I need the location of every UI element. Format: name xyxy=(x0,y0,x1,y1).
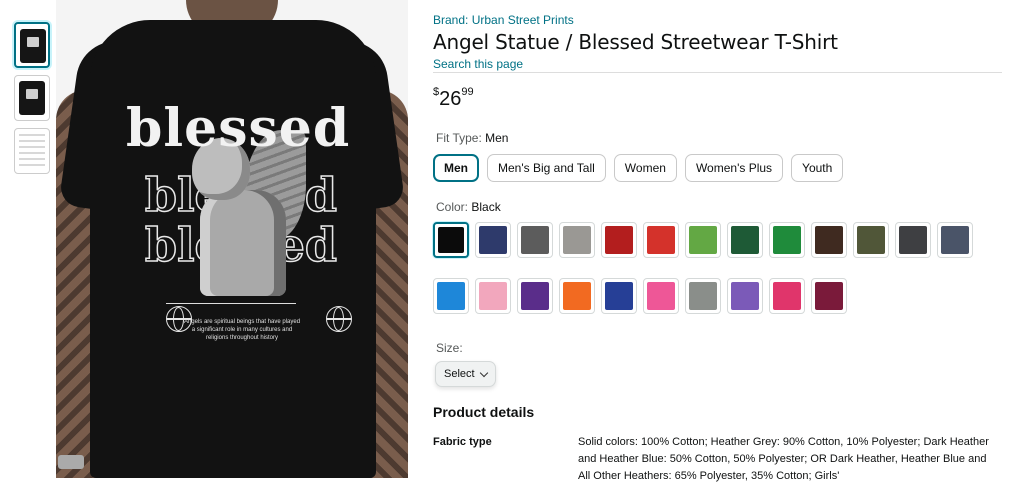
color-swatch-fill xyxy=(689,282,717,310)
divider xyxy=(433,72,1002,73)
thumbnail-image xyxy=(19,134,45,168)
search-this-page-link[interactable]: Search this page xyxy=(433,57,523,71)
price-whole: 26 xyxy=(439,88,462,110)
fit-type-options: Men Men's Big and Tall Women Women's Plu… xyxy=(433,154,844,182)
product-title: Angel Statue / Blessed Streetwear T-Shir… xyxy=(433,30,838,54)
color-swatch[interactable] xyxy=(559,278,595,314)
price: $2699 xyxy=(433,86,474,111)
color-swatch-fill xyxy=(437,282,465,310)
color-swatch[interactable] xyxy=(685,222,721,258)
print-headline: blessed xyxy=(126,98,351,159)
color-swatch[interactable] xyxy=(643,222,679,258)
color-swatch[interactable] xyxy=(685,278,721,314)
thumbnail-back-print[interactable] xyxy=(14,22,50,68)
fit-option-womens-plus[interactable]: Women's Plus xyxy=(684,154,784,182)
color-swatch-fill xyxy=(521,226,549,254)
thumbnail-image xyxy=(20,29,46,63)
color-swatch-fill xyxy=(479,226,507,254)
fabric-type-value: Solid colors: 100% Cotton; Heather Grey:… xyxy=(578,436,989,482)
color-swatch[interactable] xyxy=(601,278,637,314)
size-label: Size: xyxy=(436,341,463,355)
brand-link[interactable]: Brand: Urban Street Prints xyxy=(433,13,574,27)
color-swatch[interactable] xyxy=(433,278,469,314)
fit-option-women[interactable]: Women xyxy=(613,154,677,182)
color-swatch-fill xyxy=(647,226,675,254)
color-swatch[interactable] xyxy=(727,278,763,314)
fit-option-youth[interactable]: Youth xyxy=(791,154,844,182)
color-swatch[interactable] xyxy=(559,222,595,258)
statue-body xyxy=(200,190,286,296)
color-swatch-fill xyxy=(773,282,801,310)
print-caption: Angels are spiritual beings that have pl… xyxy=(183,319,301,341)
fabric-type-label: Fabric type xyxy=(433,436,492,448)
product-details-heading: Product details xyxy=(433,404,535,420)
thumbnail-size-chart[interactable] xyxy=(14,128,50,174)
color-swatch-fill xyxy=(605,282,633,310)
color-swatch-fill xyxy=(563,226,591,254)
color-swatch[interactable] xyxy=(769,278,805,314)
fit-option-mens-big-and-tall[interactable]: Men's Big and Tall xyxy=(487,154,606,182)
color-swatch-fill xyxy=(563,282,591,310)
color-swatch[interactable] xyxy=(601,222,637,258)
size-dropdown-label: Select xyxy=(444,368,475,380)
color-swatch-fill xyxy=(438,227,464,253)
fit-type-label: Fit Type: Men xyxy=(436,131,509,145)
color-swatch-fill xyxy=(815,226,843,254)
wristwatch xyxy=(58,455,84,469)
color-swatch-fill xyxy=(647,282,675,310)
color-label: Color: Black xyxy=(436,200,501,214)
color-swatch[interactable] xyxy=(895,222,931,258)
color-swatch[interactable] xyxy=(517,278,553,314)
color-swatch-fill xyxy=(731,282,759,310)
color-swatch-fill xyxy=(731,226,759,254)
color-swatch-fill xyxy=(689,226,717,254)
globe-icon xyxy=(326,306,352,332)
main-product-image[interactable]: blessedblessed blessed Angels are spirit… xyxy=(56,0,408,478)
thumbnail-image xyxy=(19,81,45,115)
color-swatch-fill xyxy=(899,226,927,254)
thumbnail-front[interactable] xyxy=(14,75,50,121)
color-swatch-fill xyxy=(941,226,969,254)
color-swatch[interactable] xyxy=(475,222,511,258)
fit-type-selected: Men xyxy=(485,131,509,145)
color-swatch-fill xyxy=(815,282,843,310)
color-swatch[interactable] xyxy=(811,278,847,314)
fit-option-men[interactable]: Men xyxy=(433,154,479,182)
color-swatch[interactable] xyxy=(433,222,469,258)
size-dropdown[interactable]: Select xyxy=(435,361,496,387)
color-swatch-fill xyxy=(521,282,549,310)
color-swatch[interactable] xyxy=(811,222,847,258)
color-swatch[interactable] xyxy=(517,222,553,258)
color-swatch[interactable] xyxy=(853,222,889,258)
color-swatch[interactable] xyxy=(475,278,511,314)
color-swatch-fill xyxy=(857,226,885,254)
color-swatch[interactable] xyxy=(769,222,805,258)
price-fraction: 99 xyxy=(461,86,474,98)
color-swatch-fill xyxy=(605,226,633,254)
color-swatch-fill xyxy=(773,226,801,254)
chevron-down-icon xyxy=(479,368,488,377)
color-swatch[interactable] xyxy=(937,222,973,258)
print-divider xyxy=(166,303,296,304)
thumbnail-strip xyxy=(14,22,52,181)
color-swatch[interactable] xyxy=(727,222,763,258)
color-selected: Black xyxy=(471,200,501,214)
color-swatch[interactable] xyxy=(643,278,679,314)
color-swatch-fill xyxy=(479,282,507,310)
